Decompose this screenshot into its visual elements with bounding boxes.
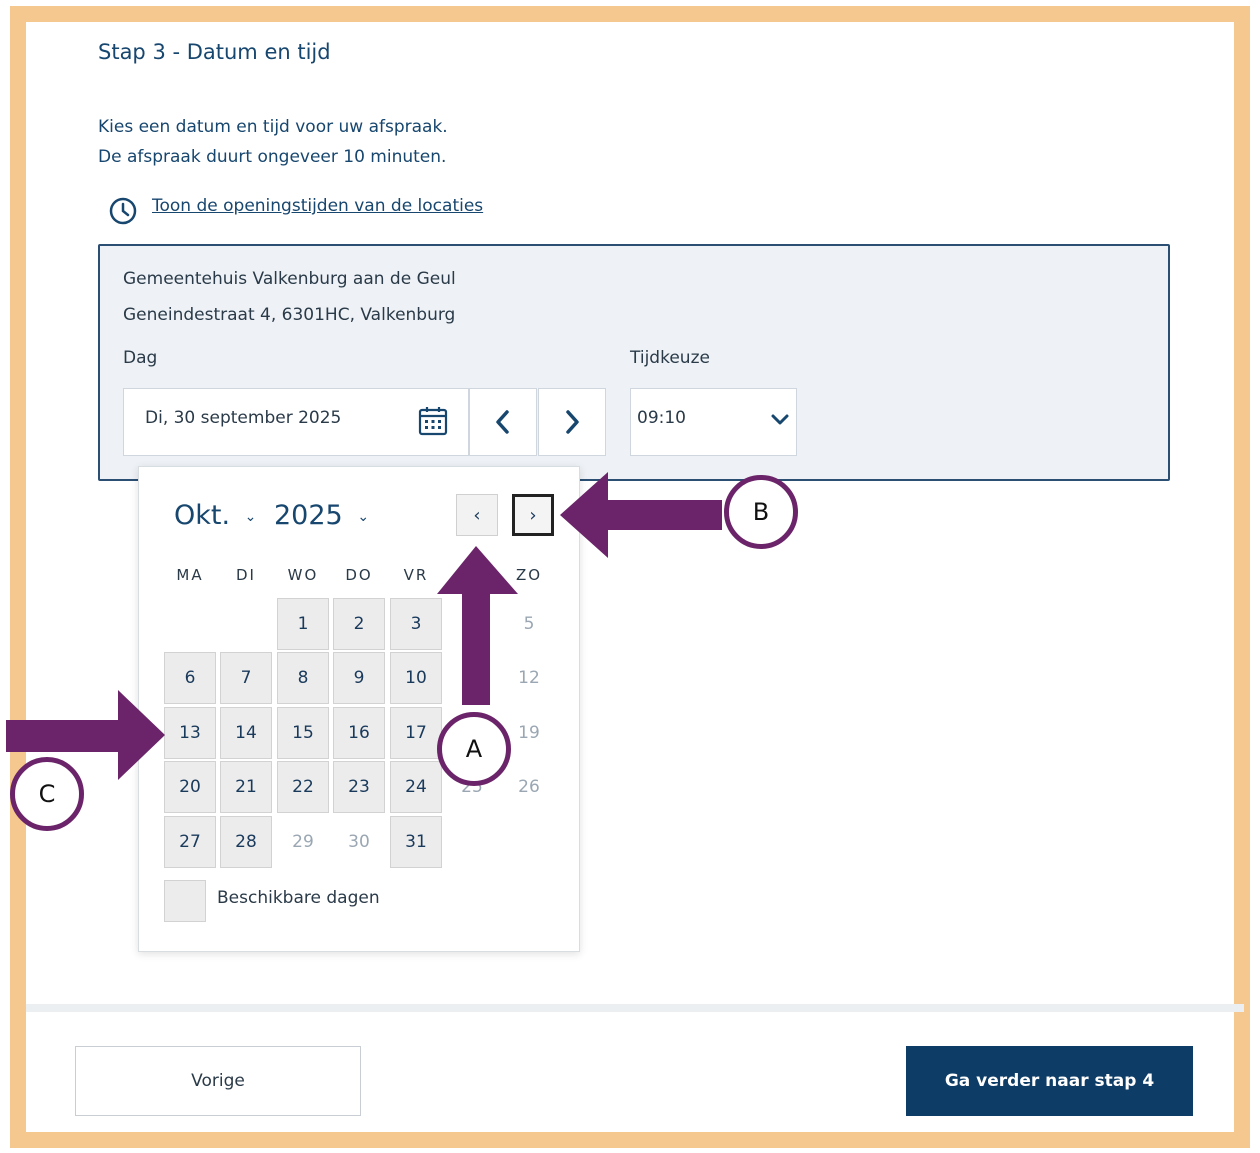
calendar-day: 5 xyxy=(523,614,535,634)
chevron-down-icon xyxy=(771,414,789,425)
date-value: Di, 30 september 2025 xyxy=(145,408,342,428)
calendar-day[interactable]: 13 xyxy=(164,707,216,759)
calendar-icon[interactable] xyxy=(417,405,449,437)
annotation-badge-c: C xyxy=(10,757,84,831)
month-value: Okt. xyxy=(174,500,231,531)
month-select[interactable]: Okt. ⌄ xyxy=(174,500,256,531)
year-select[interactable]: 2025 ⌄ xyxy=(274,500,369,531)
calendar-day[interactable]: 16 xyxy=(333,707,385,759)
location-address: Geneindestraat 4, 6301HC, Valkenburg xyxy=(123,305,456,325)
calendar-day[interactable]: 3 xyxy=(390,598,442,650)
weekday-header: DI xyxy=(236,566,256,584)
calendar-day: 12 xyxy=(518,668,540,688)
footer-divider xyxy=(26,1004,1244,1012)
calendar-day[interactable]: 6 xyxy=(164,652,216,704)
calendar-day[interactable]: 9 xyxy=(333,652,385,704)
legend-swatch xyxy=(164,880,206,922)
calendar-day[interactable]: 27 xyxy=(164,816,216,868)
weekday-header: DO xyxy=(345,566,373,584)
intro-line-1: Kies een datum en tijd voor uw afspraak. xyxy=(98,117,448,137)
calendar-day[interactable]: 31 xyxy=(390,816,442,868)
annotation-badge-a: A xyxy=(437,712,511,786)
calendar-day[interactable]: 1 xyxy=(277,598,329,650)
previous-month-button[interactable]: ‹ xyxy=(456,494,498,536)
legend-label: Beschikbare dagen xyxy=(217,888,380,908)
calendar-day[interactable]: 7 xyxy=(220,652,272,704)
year-value: 2025 xyxy=(274,500,343,531)
calendar-day: 29 xyxy=(292,832,314,852)
previous-day-button[interactable] xyxy=(469,388,537,456)
calendar-day[interactable]: 21 xyxy=(220,761,272,813)
chevron-down-icon: ⌄ xyxy=(357,508,370,525)
calendar-day[interactable]: 24 xyxy=(390,761,442,813)
chevron-left-icon: ‹ xyxy=(473,504,481,526)
weekday-header: MA xyxy=(176,566,204,584)
calendar-day: 26 xyxy=(518,777,540,797)
chevron-right-icon xyxy=(566,410,579,434)
calendar-day[interactable]: 23 xyxy=(333,761,385,813)
weekday-header: ZO xyxy=(515,566,543,584)
weekday-header: VR xyxy=(403,566,429,584)
location-name: Gemeentehuis Valkenburg aan de Geul xyxy=(123,269,456,289)
annotation-badge-b: B xyxy=(724,475,798,549)
next-day-button[interactable] xyxy=(538,388,606,456)
chevron-right-icon: › xyxy=(529,504,537,526)
intro-line-2: De afspraak duurt ongeveer 10 minuten. xyxy=(98,147,447,167)
time-label: Tijdkeuze xyxy=(630,348,710,368)
weekday-header: WO xyxy=(287,566,319,584)
time-value: 09:10 xyxy=(637,408,686,428)
calendar-day[interactable]: 22 xyxy=(277,761,329,813)
calendar-day[interactable]: 14 xyxy=(220,707,272,759)
calendar-day[interactable]: 8 xyxy=(277,652,329,704)
step-title: Stap 3 - Datum en tijd xyxy=(98,40,331,64)
day-label: Dag xyxy=(123,348,158,368)
calendar-day[interactable]: 17 xyxy=(390,707,442,759)
chevron-left-icon xyxy=(496,410,509,434)
calendar-day[interactable]: 20 xyxy=(164,761,216,813)
calendar-day[interactable]: 10 xyxy=(390,652,442,704)
clock-icon xyxy=(109,197,137,225)
calendar-day[interactable]: 15 xyxy=(277,707,329,759)
next-month-button[interactable]: › xyxy=(512,494,554,536)
opening-hours-link[interactable]: Toon de openingstijden van de locaties xyxy=(152,196,483,216)
calendar-day: 30 xyxy=(348,832,370,852)
next-step-button[interactable]: Ga verder naar stap 4 xyxy=(906,1046,1193,1116)
chevron-down-icon: ⌄ xyxy=(244,508,257,525)
calendar-day[interactable]: 2 xyxy=(333,598,385,650)
calendar-day[interactable]: 28 xyxy=(220,816,272,868)
previous-button[interactable]: Vorige xyxy=(75,1046,361,1116)
